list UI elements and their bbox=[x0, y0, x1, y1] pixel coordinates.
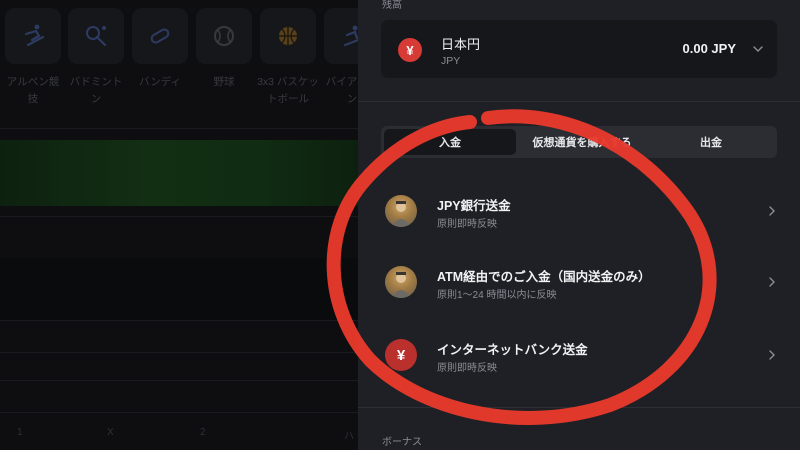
chevron-right-icon bbox=[769, 206, 775, 216]
divider bbox=[358, 101, 800, 102]
deposit-method-internet-banking[interactable]: ¥ インターネットバンク送金 原則即時反映 bbox=[358, 324, 800, 386]
currency-name: 日本円 bbox=[441, 37, 481, 52]
chevron-right-icon bbox=[769, 350, 775, 360]
atm-avatar-icon bbox=[385, 266, 417, 298]
method-subtitle: 原則即時反映 bbox=[437, 219, 497, 230]
bank-avatar-icon bbox=[385, 195, 417, 227]
divider bbox=[358, 407, 800, 408]
modal-backdrop[interactable] bbox=[0, 0, 358, 450]
method-title: ATM経由でのご入金（国内送金のみ） bbox=[437, 270, 651, 284]
yen-icon: ¥ bbox=[385, 339, 417, 371]
wallet-panel: 残高 ¥ 日本円 JPY 0.00 JPY 入金 仮想通貨を購入する 出金 JP… bbox=[358, 0, 800, 450]
currency-code: JPY bbox=[441, 55, 461, 67]
balance-amount: 0.00 JPY bbox=[682, 41, 737, 56]
tab-withdraw[interactable]: 出金 bbox=[648, 129, 774, 155]
deposit-method-bank-transfer[interactable]: JPY銀行送金 原則即時反映 bbox=[358, 180, 800, 242]
method-subtitle: 原則即時反映 bbox=[437, 363, 497, 374]
bonus-title: ボーナス bbox=[382, 437, 422, 448]
deposit-method-atm[interactable]: ATM経由でのご入金（国内送金のみ） 原則1〜24 時間以内に反映 bbox=[358, 251, 800, 313]
method-title: インターネットバンク送金 bbox=[437, 343, 588, 357]
chevron-right-icon bbox=[769, 277, 775, 287]
method-title: JPY銀行送金 bbox=[437, 199, 511, 213]
yen-icon: ¥ bbox=[398, 38, 422, 62]
tab-deposit[interactable]: 入金 bbox=[384, 129, 516, 155]
method-subtitle: 原則1〜24 時間以内に反映 bbox=[437, 290, 557, 301]
currency-selector[interactable]: ¥ 日本円 JPY 0.00 JPY bbox=[381, 20, 777, 78]
chevron-down-icon bbox=[753, 46, 763, 52]
tab-buy-crypto[interactable]: 仮想通貨を購入する bbox=[516, 129, 648, 155]
balance-title: 残高 bbox=[382, 0, 402, 11]
wallet-tabs: 入金 仮想通貨を購入する 出金 bbox=[381, 126, 777, 158]
